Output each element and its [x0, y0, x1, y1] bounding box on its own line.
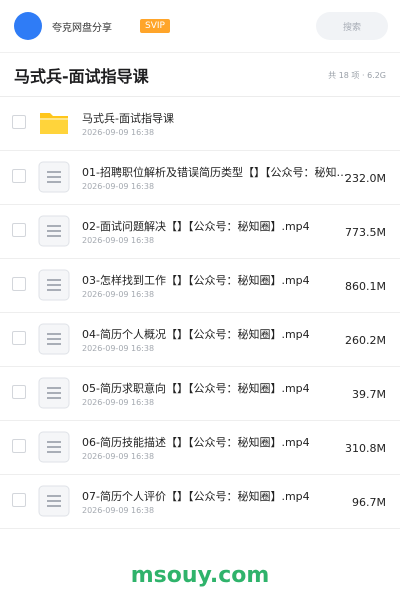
file-name: 02-面试问题解决【】【公众号：秘知圈】.mp4 — [82, 220, 310, 233]
file-name: 06-简历技能描述【】【公众号：秘知圈】.mp4 — [82, 436, 310, 449]
document-icon — [38, 215, 70, 247]
file-date: 2026-09-09 16:38 — [82, 182, 155, 191]
document-icon — [38, 323, 70, 355]
row-checkbox[interactable] — [12, 439, 26, 453]
list-item[interactable]: 02-面试问题解决【】【公众号：秘知圈】.mp4 2026-09-09 16:3… — [0, 205, 400, 259]
search-placeholder: 搜索 — [342, 22, 361, 33]
document-icon — [38, 431, 70, 463]
row-checkbox[interactable] — [12, 169, 26, 183]
document-icon — [38, 161, 70, 193]
folder-summary: 共 18 项 · 6.2G — [328, 70, 386, 80]
document-icon — [38, 269, 70, 301]
row-checkbox[interactable] — [12, 331, 26, 345]
list-item[interactable]: 05-简历求职意向【】【公众号：秘知圈】.mp4 2026-09-09 16:3… — [0, 367, 400, 421]
file-size: 773.5M — [345, 226, 386, 239]
page-title: 马式兵-面试指导课 — [14, 67, 149, 86]
list-item[interactable]: 06-简历技能描述【】【公众号：秘知圈】.mp4 2026-09-09 16:3… — [0, 421, 400, 475]
vip-badge: SVIP — [140, 19, 170, 33]
file-size: 860.1M — [345, 280, 386, 293]
row-checkbox[interactable] — [12, 115, 26, 129]
avatar[interactable] — [14, 12, 42, 40]
app-name: 夸克网盘分享 — [52, 22, 112, 34]
watermark: msouy.com — [130, 563, 270, 588]
file-date: 2026-09-09 16:38 — [82, 506, 155, 515]
list-item[interactable]: 01-招聘职位解析及错误简历类型【】【公众号：秘知… 2026-09-09 16… — [0, 151, 400, 205]
file-name: 07-简历个人评价【】【公众号：秘知圈】.mp4 — [82, 490, 310, 503]
top-bar: 夸克网盘分享 SVIP 搜索 — [0, 0, 400, 52]
folder-icon — [40, 113, 68, 134]
file-size: 232.0M — [345, 172, 386, 185]
list-item[interactable]: 07-简历个人评价【】【公众号：秘知圈】.mp4 2026-09-09 16:3… — [0, 475, 400, 529]
file-date: 2026-09-09 16:38 — [82, 344, 155, 353]
file-name: 04-简历个人概况【】【公众号：秘知圈】.mp4 — [82, 328, 310, 341]
list-item[interactable]: 04-简历个人概况【】【公众号：秘知圈】.mp4 2026-09-09 16:3… — [0, 313, 400, 367]
file-date: 2026-09-09 16:38 — [82, 236, 155, 245]
list-item[interactable]: 马式兵-面试指导课 2026-09-09 16:38 — [0, 97, 400, 151]
folder-header: 马式兵-面试指导课 共 18 项 · 6.2G — [0, 53, 400, 97]
file-date: 2026-09-09 16:38 — [82, 398, 155, 407]
document-icon — [38, 485, 70, 517]
file-name: 马式兵-面试指导课 — [82, 112, 174, 125]
file-date: 2026-09-09 16:38 — [82, 128, 155, 137]
file-size: 96.7M — [352, 496, 386, 509]
file-name: 03-怎样找到工作【】【公众号：秘知圈】.mp4 — [82, 274, 310, 287]
file-date: 2026-09-09 16:38 — [82, 290, 155, 299]
row-checkbox[interactable] — [12, 385, 26, 399]
file-date: 2026-09-09 16:38 — [82, 452, 155, 461]
file-name: 01-招聘职位解析及错误简历类型【】【公众号：秘知… — [82, 166, 348, 179]
file-list: 马式兵-面试指导课 2026-09-09 16:38 01-招聘职位解析及错误简… — [0, 97, 400, 529]
file-name: 05-简历求职意向【】【公众号：秘知圈】.mp4 — [82, 382, 310, 395]
file-size: 260.2M — [345, 334, 386, 347]
list-item[interactable]: 03-怎样找到工作【】【公众号：秘知圈】.mp4 2026-09-09 16:3… — [0, 259, 400, 313]
row-checkbox[interactable] — [12, 277, 26, 291]
row-checkbox[interactable] — [12, 223, 26, 237]
file-size: 39.7M — [352, 388, 386, 401]
document-icon — [38, 377, 70, 409]
file-size: 310.8M — [345, 442, 386, 455]
search-input[interactable]: 搜索 — [316, 12, 388, 40]
row-checkbox[interactable] — [12, 493, 26, 507]
